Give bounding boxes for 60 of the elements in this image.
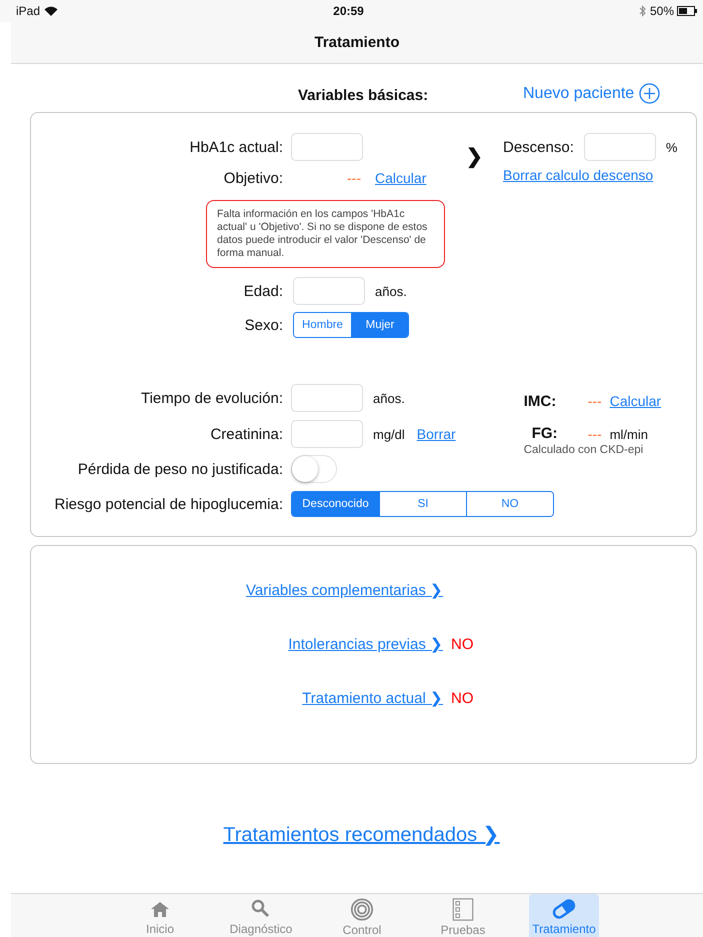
clock-time: 20:59 <box>333 4 364 18</box>
status-value: NO <box>451 690 474 706</box>
field-label: FG: <box>530 425 559 442</box>
input-field[interactable] <box>291 133 363 161</box>
wifi-icon <box>44 6 58 16</box>
recommended-treatments-link[interactable]: Tratamientos recomendados ❯ <box>223 822 500 847</box>
calculate-link[interactable]: Calcular <box>610 393 662 409</box>
field-label: Tiempo de evolución: <box>140 390 284 406</box>
tab-item[interactable]: Inicio <box>125 894 195 937</box>
plus-circle-icon <box>639 83 660 104</box>
unit-label: mg/dl <box>373 426 405 442</box>
status-value: NO <box>451 636 474 652</box>
unit-label: ml/min <box>610 427 648 442</box>
field-label: Riesgo potencial de hipoglucemia: <box>54 496 284 512</box>
battery-icon <box>677 6 698 16</box>
bluetooth-icon <box>638 5 646 17</box>
search-icon <box>250 898 272 920</box>
segment-option[interactable]: Desconocido <box>292 492 379 516</box>
field-label: Objetivo: <box>222 170 284 186</box>
empty-value: --- <box>347 170 361 186</box>
battery-percent: 50% <box>650 4 674 18</box>
empty-value: --- <box>588 426 602 442</box>
segment-option[interactable]: Mujer <box>351 313 408 337</box>
field-label: Pérdida de peso no justificada: <box>76 460 284 478</box>
section-link[interactable]: Variables complementarias ❯ <box>246 581 443 599</box>
field-label: IMC: <box>524 392 558 410</box>
empty-value: --- <box>588 393 602 409</box>
chevron-icon: ❯ <box>466 144 503 342</box>
unit-label: años. <box>373 390 405 406</box>
calculation-note: Calculado con CKD-epi <box>524 444 644 456</box>
calculate-link[interactable]: Calcular <box>375 170 426 186</box>
tab-item[interactable]: Control <box>327 894 397 937</box>
input-field[interactable] <box>584 133 656 161</box>
field-label: HbA1c actual: <box>188 138 284 156</box>
pill-icon <box>551 898 577 920</box>
section-title: Variables básicas: <box>298 87 430 104</box>
input-field[interactable] <box>291 420 363 448</box>
target-icon <box>349 898 375 921</box>
clear-link[interactable]: Borrar <box>416 426 456 442</box>
field-label: Creatinina: <box>209 426 284 442</box>
field-label: Edad: <box>242 282 284 300</box>
segment-option[interactable]: NO <box>466 492 553 516</box>
tab-item[interactable]: Diagnóstico <box>226 894 296 937</box>
clear-calculation-link[interactable]: Borrar calculo descenso <box>503 167 654 183</box>
unit-label: años. <box>375 284 407 298</box>
checklist-icon <box>451 898 475 921</box>
warning-message: Falta información en los campos 'HbA1c actual' u 'Objetivo'. Si no se dispone de estos datos puede introducir el valor 'Descenso' de forma manual. <box>206 200 445 268</box>
input-field[interactable] <box>293 277 365 305</box>
page-title: Tratamiento <box>314 34 400 51</box>
tab-item[interactable]: Tratamiento <box>529 894 599 937</box>
unit-label: % <box>666 140 678 154</box>
new-patient-link[interactable]: Nuevo paciente <box>523 83 660 104</box>
section-link[interactable]: Tratamiento actual ❯ <box>302 689 443 707</box>
tab-item[interactable]: Pruebas <box>428 894 498 937</box>
field-label: Descenso: <box>503 138 574 156</box>
section-link[interactable]: Intolerancias previas ❯ <box>288 635 443 653</box>
toggle-switch[interactable] <box>291 455 337 483</box>
field-label: Sexo: <box>244 316 284 334</box>
device-name: iPad <box>16 4 40 18</box>
input-field[interactable] <box>291 384 363 412</box>
